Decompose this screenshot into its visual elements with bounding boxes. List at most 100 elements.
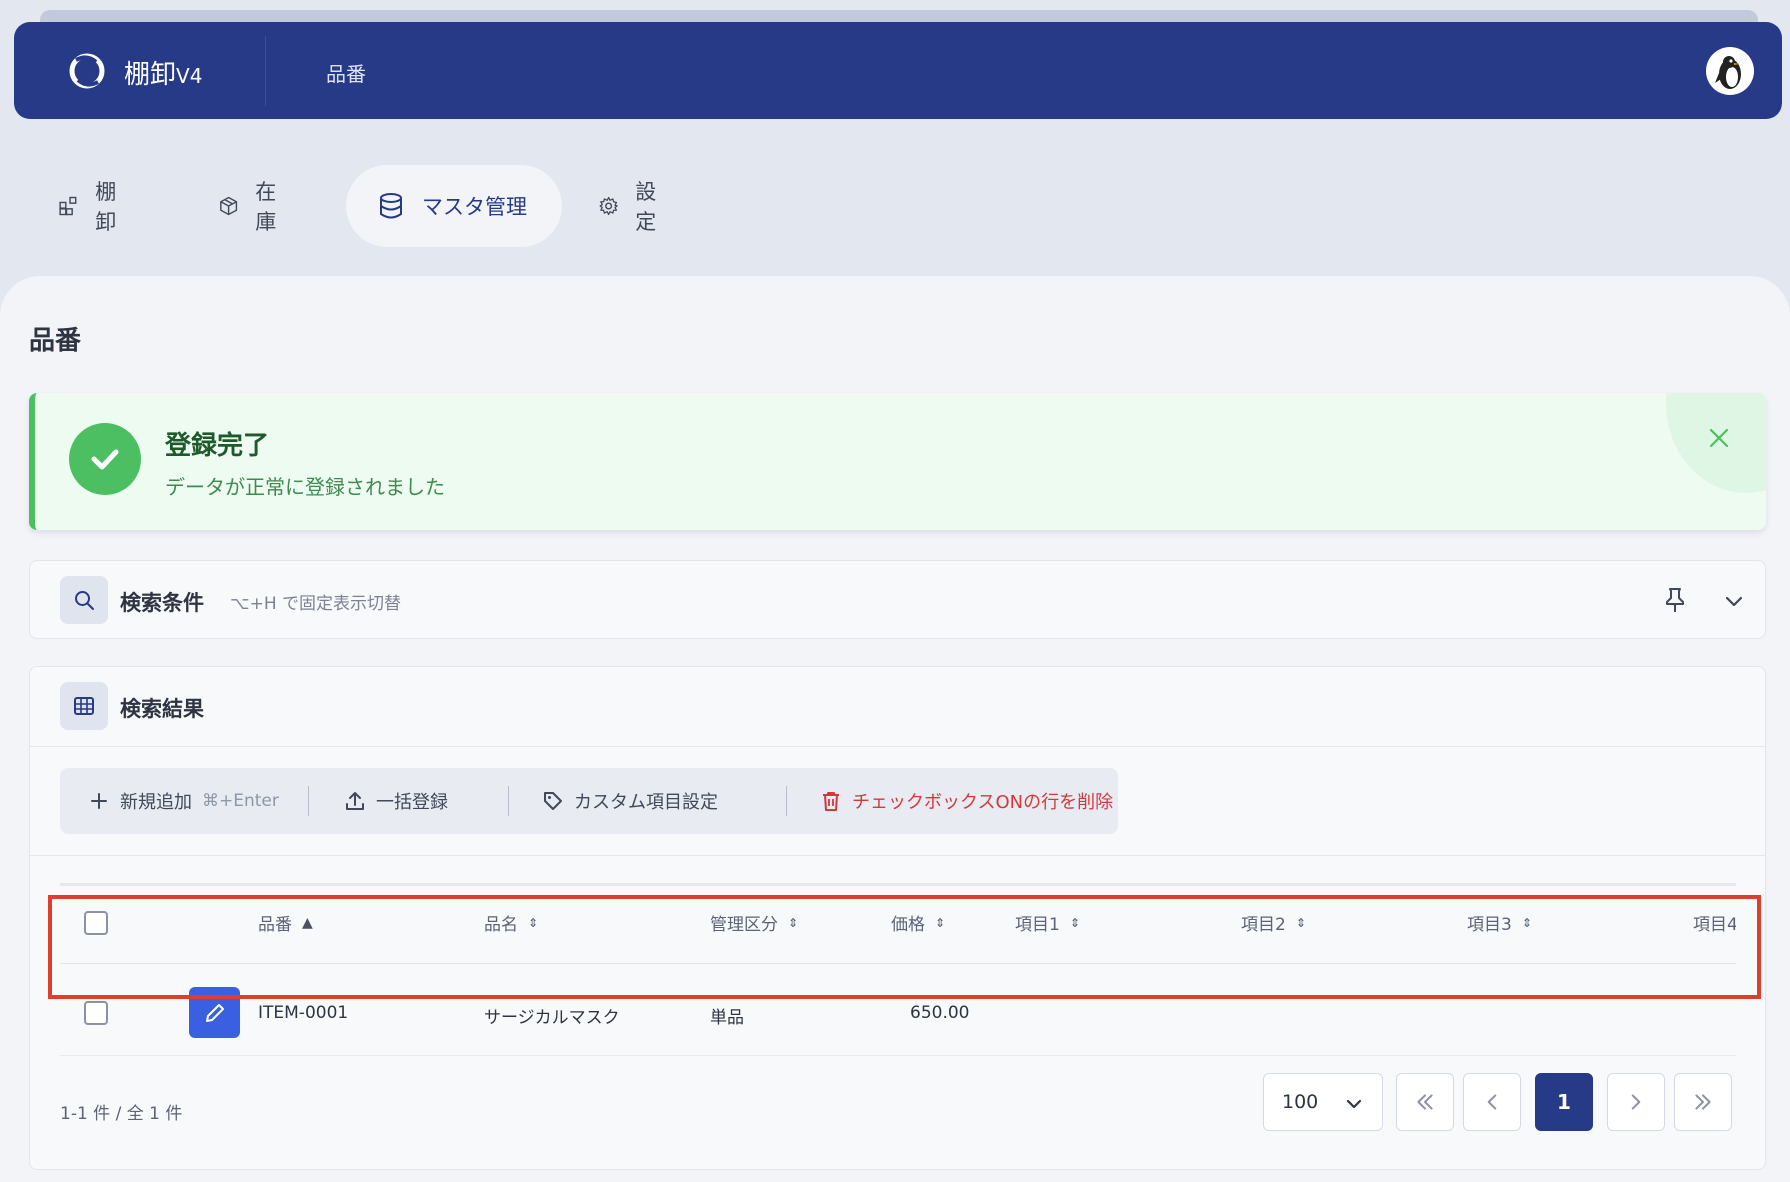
cell-code: ITEM-0001 (258, 1003, 349, 1023)
bulk-register-button[interactable]: 一括登録 (344, 768, 448, 834)
plus-icon (91, 793, 107, 809)
column-header-item3[interactable]: 項目3 ⇕ (1467, 910, 1532, 935)
row-divider (60, 1055, 1736, 1056)
add-new-button[interactable]: 新規追加 ⌘+Enter (88, 768, 279, 834)
nav-item-tanaoroshi[interactable]: 棚卸 (58, 165, 125, 247)
sort-icon: ⇕ (935, 915, 946, 930)
column-header-name[interactable]: 品名 ⇕ (484, 910, 538, 935)
chevron-down-icon[interactable] (1720, 587, 1748, 615)
delete-checked-rows-button[interactable]: チェックボックスONの行を削除 (820, 768, 1113, 834)
next-page-button[interactable] (1607, 1073, 1665, 1131)
column-header-item2[interactable]: 項目2 ⇕ (1241, 910, 1306, 935)
nav-item-label: マスタ管理 (422, 195, 527, 219)
cell-category: 単品 (710, 1008, 744, 1028)
column-header-item4[interactable]: 項目4 (1693, 910, 1736, 935)
tag-icon (544, 792, 562, 810)
column-label: 価格 (891, 915, 925, 935)
page-title: 品番 (29, 326, 82, 356)
toolbar-divider (308, 786, 309, 816)
sort-asc-icon: ▲ (302, 914, 313, 931)
page-button-current[interactable]: 1 (1535, 1073, 1593, 1131)
close-icon[interactable] (1706, 425, 1732, 451)
results-header: 検索結果 (30, 667, 1765, 747)
user-avatar[interactable] (1706, 47, 1754, 95)
chevron-down-icon (1346, 1099, 1362, 1109)
column-label: 項目3 (1467, 915, 1512, 935)
sort-icon: ⇕ (1069, 915, 1080, 930)
database-icon (380, 193, 402, 219)
edit-row-button[interactable] (189, 987, 240, 1038)
add-new-shortcut: ⌘+Enter (202, 791, 279, 811)
search-panel: 検索条件 ⌥+H で固定表示切替 (29, 560, 1766, 639)
table-header-bar (60, 883, 1736, 886)
prev-page-button[interactable] (1463, 1073, 1521, 1131)
sort-icon: ⇕ (528, 915, 539, 930)
nav-item-master[interactable]: マスタ管理 (346, 165, 562, 247)
last-page-button[interactable] (1674, 1073, 1732, 1131)
check-circle-icon (69, 423, 141, 495)
pin-icon[interactable] (1660, 585, 1690, 615)
custom-field-settings-label: カスタム項目設定 (574, 792, 718, 813)
sort-icon: ⇕ (1521, 915, 1532, 930)
column-header-price[interactable]: 価格 ⇕ (891, 910, 945, 935)
brand-name[interactable]: 棚卸V4 (124, 54, 202, 91)
column-label: 品名 (484, 915, 518, 935)
main-content: 品番 登録完了 データが正常に登録されました 検索条件 ⌥+H で固定表示切替 (0, 276, 1790, 1182)
sort-icon: ⇕ (788, 915, 799, 930)
alert-title: 登録完了 (165, 431, 270, 461)
success-alert: 登録完了 データが正常に登録されました (29, 393, 1766, 530)
search-icon (60, 576, 108, 624)
sort-icon: ⇕ (1295, 915, 1306, 930)
cell-price: 650.00 (910, 1003, 970, 1023)
alert-message: データが正常に登録されました (165, 475, 445, 499)
add-new-label: 新規追加 (120, 792, 192, 813)
custom-field-settings-button[interactable]: カスタム項目設定 (542, 768, 718, 834)
result-count: 1-1 件 / 全 1 件 (60, 1104, 183, 1124)
page-size-value: 100 (1282, 1091, 1319, 1113)
results-panel-title: 検索結果 (120, 697, 204, 721)
results-divider (30, 855, 1765, 856)
nav-item-label: 棚卸 (95, 180, 117, 234)
chevrons-left-icon (1417, 1094, 1433, 1110)
column-label: 項目4 (1693, 915, 1736, 935)
nav-item-label: 設定 (635, 180, 657, 234)
column-label: 品番 (258, 915, 292, 935)
brand-label: 棚卸 (124, 60, 177, 90)
chevron-right-icon (1631, 1094, 1641, 1110)
toolbar-divider (508, 786, 509, 816)
page-size-select[interactable]: 100 (1263, 1073, 1383, 1131)
pencil-icon (205, 1003, 224, 1022)
column-label: 項目2 (1241, 915, 1286, 935)
toolbar-divider (786, 786, 787, 816)
results-panel: 検索結果 新規追加 ⌘+Enter 一括登録 カスタム項目設定 チェックボックス… (29, 666, 1766, 1170)
search-panel-title[interactable]: 検索条件 (120, 587, 204, 617)
cell-name: サージカルマスク (484, 1008, 620, 1028)
brand-version: V4 (176, 64, 203, 88)
nav-item-label: 在庫 (255, 180, 277, 234)
table-icon (60, 682, 108, 730)
box-icon (220, 196, 238, 216)
delete-checked-rows-label: チェックボックスONの行を削除 (852, 792, 1114, 813)
gear-icon (599, 196, 618, 216)
header-page-title: 品番 (326, 62, 366, 86)
row-checkbox[interactable] (84, 1001, 108, 1025)
header-row-divider (60, 963, 1736, 964)
nav-item-zaiko[interactable]: 在庫 (218, 165, 285, 247)
upload-icon (346, 792, 364, 810)
select-all-checkbox[interactable] (84, 911, 108, 935)
trash-icon (823, 792, 839, 811)
results-toolbar: 新規追加 ⌘+Enter 一括登録 カスタム項目設定 チェックボックスONの行を… (60, 768, 1118, 834)
bulk-register-label: 一括登録 (376, 792, 448, 813)
inventory-icon (59, 196, 77, 216)
column-header-item1[interactable]: 項目1 ⇕ (1015, 910, 1080, 935)
nav-item-settings[interactable]: 設定 (598, 165, 665, 247)
column-header-category[interactable]: 管理区分 ⇕ (710, 910, 798, 935)
column-header-code[interactable]: 品番 ▲ (258, 910, 313, 936)
column-label: 管理区分 (710, 915, 778, 935)
first-page-button[interactable] (1396, 1073, 1454, 1131)
header-divider (265, 36, 266, 106)
chevrons-right-icon (1695, 1094, 1711, 1110)
chevron-left-icon (1487, 1094, 1497, 1110)
app-header: 棚卸V4 品番 (14, 22, 1782, 119)
search-shortcut-hint: ⌥+H で固定表示切替 (230, 594, 402, 614)
